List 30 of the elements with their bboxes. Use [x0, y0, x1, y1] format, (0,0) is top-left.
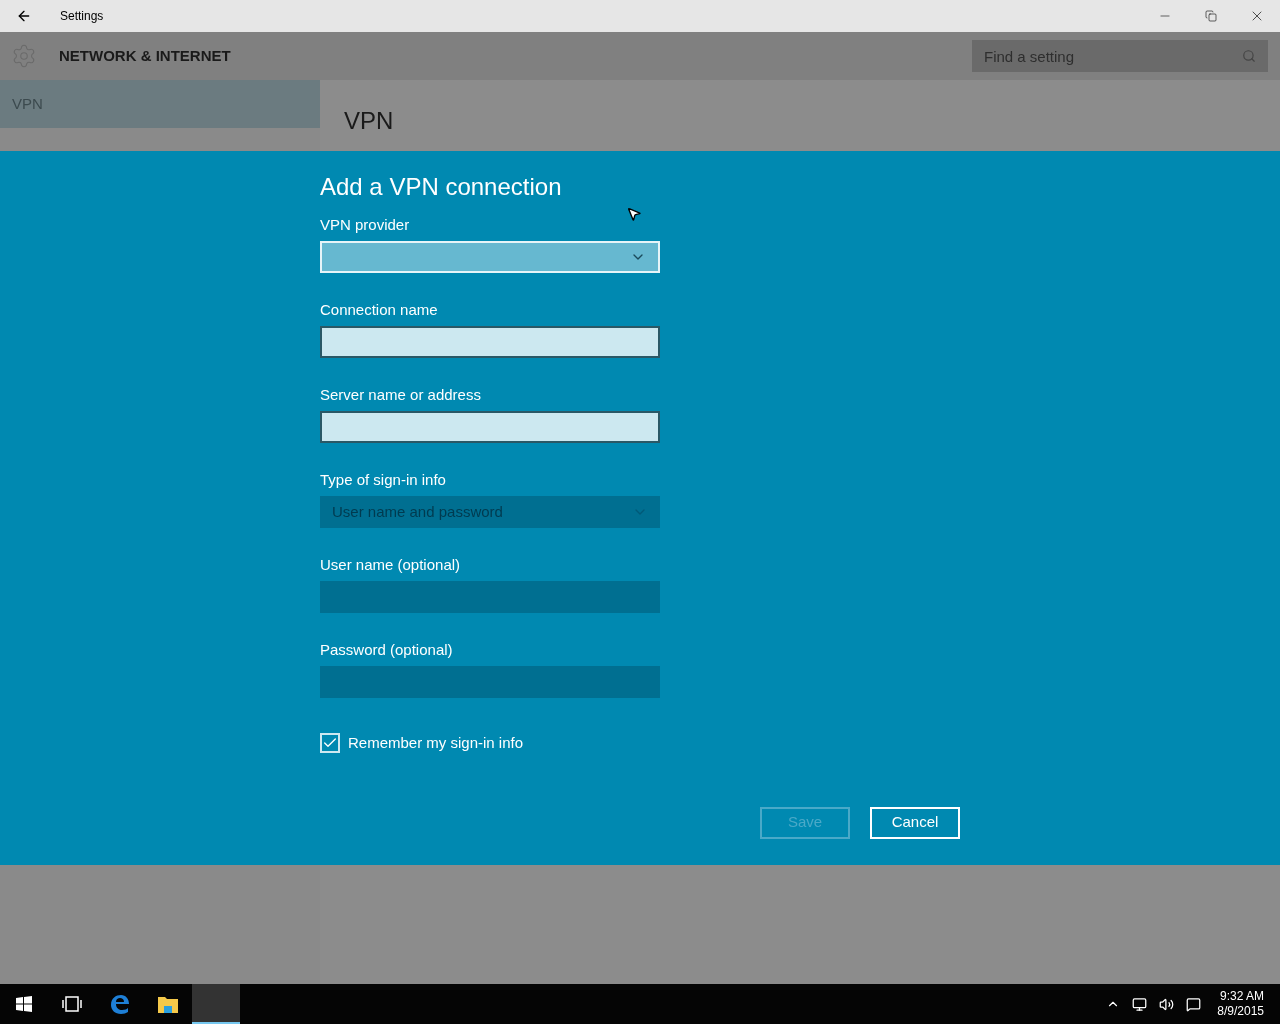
- field-label: Password (optional): [320, 640, 454, 660]
- input-field[interactable]: [320, 411, 660, 443]
- windows-icon: [16, 996, 32, 1012]
- checkbox[interactable]: [320, 733, 340, 754]
- field-label: User name (optional): [320, 555, 462, 575]
- field-label: Connection name: [320, 300, 439, 320]
- taskbar-button[interactable]: [192, 984, 240, 1024]
- browser-icon: [108, 992, 132, 1016]
- input-field[interactable]: [320, 326, 660, 358]
- mouse-cursor-icon: [626, 206, 642, 222]
- clock[interactable]: 9:32 AM 8/9/2015: [1217, 989, 1264, 1019]
- dropdown-field[interactable]: [320, 241, 660, 273]
- volume-icon[interactable]: [1159, 996, 1175, 1012]
- restore-icon: [1205, 10, 1217, 22]
- dialog-title: Add a VPN connection: [320, 173, 563, 201]
- field-label: Type of sign-in info: [320, 470, 447, 490]
- back-arrow-icon: [16, 8, 32, 24]
- window-title: Settings: [60, 8, 104, 25]
- task-view-icon: [62, 996, 82, 1012]
- search-field[interactable]: Find a setting: [972, 40, 1268, 72]
- checkbox-label: Remember my sign-in info: [348, 733, 524, 753]
- section-title: NETWORK & INTERNET: [59, 45, 231, 66]
- network-icon[interactable]: [1132, 996, 1148, 1012]
- search-icon: [1242, 49, 1256, 63]
- folder-icon: [157, 994, 179, 1014]
- dialog-button[interactable]: Cancel: [870, 806, 960, 839]
- field-label: Server name or address: [320, 385, 482, 405]
- field-label: VPN provider: [320, 215, 411, 235]
- notification-icon[interactable]: [1186, 996, 1202, 1012]
- page-title: VPN: [344, 107, 394, 134]
